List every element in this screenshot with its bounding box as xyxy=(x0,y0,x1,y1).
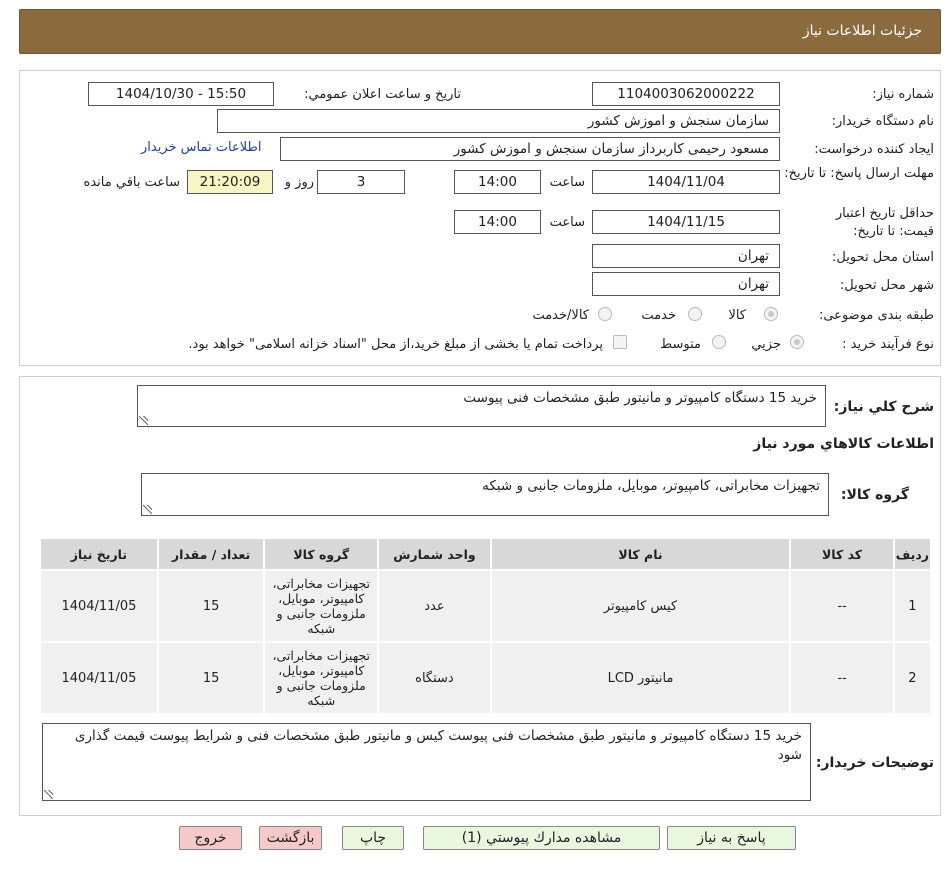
province-label: استان محل تحويل: xyxy=(832,250,934,265)
deadline-date-field: 1404/11/04 xyxy=(592,170,780,194)
row-unit: دستگاه xyxy=(377,641,492,715)
resize-handle-icon[interactable] xyxy=(44,790,53,799)
reply-button[interactable]: پاسخ به نياز xyxy=(667,826,796,850)
column-header: واحد شمارش xyxy=(377,537,492,571)
buyer-org-label: نام دستگاه خريدار: xyxy=(831,114,934,129)
row-qty: 15 xyxy=(156,569,266,643)
buyer-contact-link[interactable]: اطلاعات تماس خریدار xyxy=(141,140,261,155)
print-button[interactable]: چاپ xyxy=(342,826,404,850)
page-header: جزئیات اطلاعات نیاز xyxy=(19,9,941,54)
row-date: 1404/11/05 xyxy=(39,569,159,643)
buyer-notes-label: توضیحات خریدار: xyxy=(815,755,934,771)
summary-text: خرید 15 دستگاه کامپیوتر و مانیتور طبق مش… xyxy=(463,390,817,406)
row-code: -- xyxy=(789,641,895,715)
need-number-label: شماره نیاز: xyxy=(872,87,934,102)
requester-label: ايجاد کننده درخواست: xyxy=(814,142,934,157)
validity-date-field: 1404/11/15 xyxy=(592,210,780,234)
row-group: تجهیزات مخابراتی، کامپیوتر، موبایل، ملزو… xyxy=(263,641,380,715)
row-qty: 15 xyxy=(156,641,266,715)
days-field: 3 xyxy=(317,170,405,194)
validity-label: حداقل تاريخ اعتبار قیمت: تا تاریخ: xyxy=(835,206,934,239)
category-option-both: کالا/خدمت xyxy=(532,308,589,323)
table-row: 1 -- کیس کامپیوتر عدد تجهیزات مخابراتی، … xyxy=(39,569,933,643)
buyer-org-field: سازمان سنجش و اموزش کشور xyxy=(217,109,780,133)
process-option-medium: متوسط xyxy=(660,337,701,352)
remaining-label: ساعت باقي مانده xyxy=(83,175,180,190)
row-date: 1404/11/05 xyxy=(39,641,159,715)
treasury-payment-checkbox[interactable] xyxy=(613,335,627,349)
category-radio-service[interactable] xyxy=(688,307,702,321)
validity-time-label: ساعت xyxy=(549,215,585,230)
row-index: 2 xyxy=(892,641,933,715)
summary-textarea[interactable]: خرید 15 دستگاه کامپیوتر و مانیتور طبق مش… xyxy=(137,385,826,427)
row-name: مانیتور LCD xyxy=(489,641,792,715)
payment-note: پرداخت تمام یا بخشی از مبلغ خرید،از محل … xyxy=(188,337,603,352)
buyer-notes-textarea[interactable]: خرید 15 دستگاه کامپیوتر و مانیتور طبق مش… xyxy=(42,723,811,801)
buyer-notes-text: خرید 15 دستگاه کامپیوتر و مانیتور طبق مش… xyxy=(74,728,802,763)
row-unit: عدد xyxy=(377,569,492,643)
page-title: جزئیات اطلاعات نیاز xyxy=(802,23,922,39)
category-radio-goods[interactable] xyxy=(764,307,778,321)
deadline-label: مهلت ارسال پاسخ: تا تاریخ: xyxy=(784,166,934,181)
row-group: تجهیزات مخابراتی، کامپیوتر، موبایل، ملزو… xyxy=(263,569,380,643)
days-label: روز و xyxy=(284,175,314,190)
resize-handle-icon[interactable] xyxy=(143,505,152,514)
process-option-minor: جزيي xyxy=(751,337,781,352)
resize-handle-icon[interactable] xyxy=(139,416,148,425)
group-text: تجهیزات مخابراتی، کامپیوتر، موبایل، ملزو… xyxy=(482,478,820,494)
column-header: نام کالا xyxy=(489,537,792,571)
group-label: گروه كالا: xyxy=(840,487,909,503)
column-header: کد کالا xyxy=(789,537,895,571)
view-attachments-button[interactable]: مشاهده مدارك پيوستي (1) xyxy=(423,826,660,850)
row-index: 1 xyxy=(892,569,933,643)
validity-time-field: 14:00 xyxy=(454,210,541,234)
requester-field: مسعود رحیمی کاربرداز سازمان سنجش و اموزش… xyxy=(280,137,780,161)
summary-label: شرح كلي نياز: xyxy=(833,399,934,415)
group-textarea[interactable]: تجهیزات مخابراتی، کامپیوتر، موبایل، ملزو… xyxy=(141,473,829,516)
need-number-field: 1104003062000222 xyxy=(592,82,780,106)
countdown-field: 21:20:09 xyxy=(187,170,273,194)
row-name: کیس کامپیوتر xyxy=(489,569,792,643)
back-button[interactable]: بازگشت xyxy=(259,826,322,850)
table-header-row: رديف کد کالا نام کالا واحد شمارش گروه کا… xyxy=(39,537,933,571)
province-field: تهران xyxy=(592,244,780,268)
category-radio-both[interactable] xyxy=(598,307,612,321)
process-radio-medium[interactable] xyxy=(712,335,726,349)
category-option-goods: کالا xyxy=(728,308,746,323)
goods-table: رديف کد کالا نام کالا واحد شمارش گروه کا… xyxy=(39,537,933,715)
announce-label: تاریخ و ساعت اعلان عمومي: xyxy=(304,87,461,102)
column-header: تاریخ نیاز xyxy=(39,537,159,571)
column-header: گروه کالا xyxy=(263,537,380,571)
process-radio-minor[interactable] xyxy=(790,335,804,349)
goods-info-title: اطلاعات کالاهاي مورد نياز xyxy=(753,436,934,452)
row-code: -- xyxy=(789,569,895,643)
deadline-time-field: 14:00 xyxy=(454,170,541,194)
announce-field: 1404/10/30 - 15:50 xyxy=(88,82,274,106)
column-header: تعداد / مقدار xyxy=(156,537,266,571)
exit-button[interactable]: خروج xyxy=(179,826,242,850)
process-label: نوع فرآيند خريد : xyxy=(842,337,934,352)
city-label: شهر محل تحويل: xyxy=(839,278,934,293)
column-header: رديف xyxy=(892,537,933,571)
table-row: 2 -- مانیتور LCD دستگاه تجهیزات مخابراتی… xyxy=(39,641,933,715)
city-field: تهران xyxy=(592,272,780,296)
category-label: طبقه بندی موضوعی: xyxy=(818,308,934,323)
deadline-time-label: ساعت xyxy=(549,175,585,190)
category-option-service: خدمت xyxy=(641,308,676,323)
